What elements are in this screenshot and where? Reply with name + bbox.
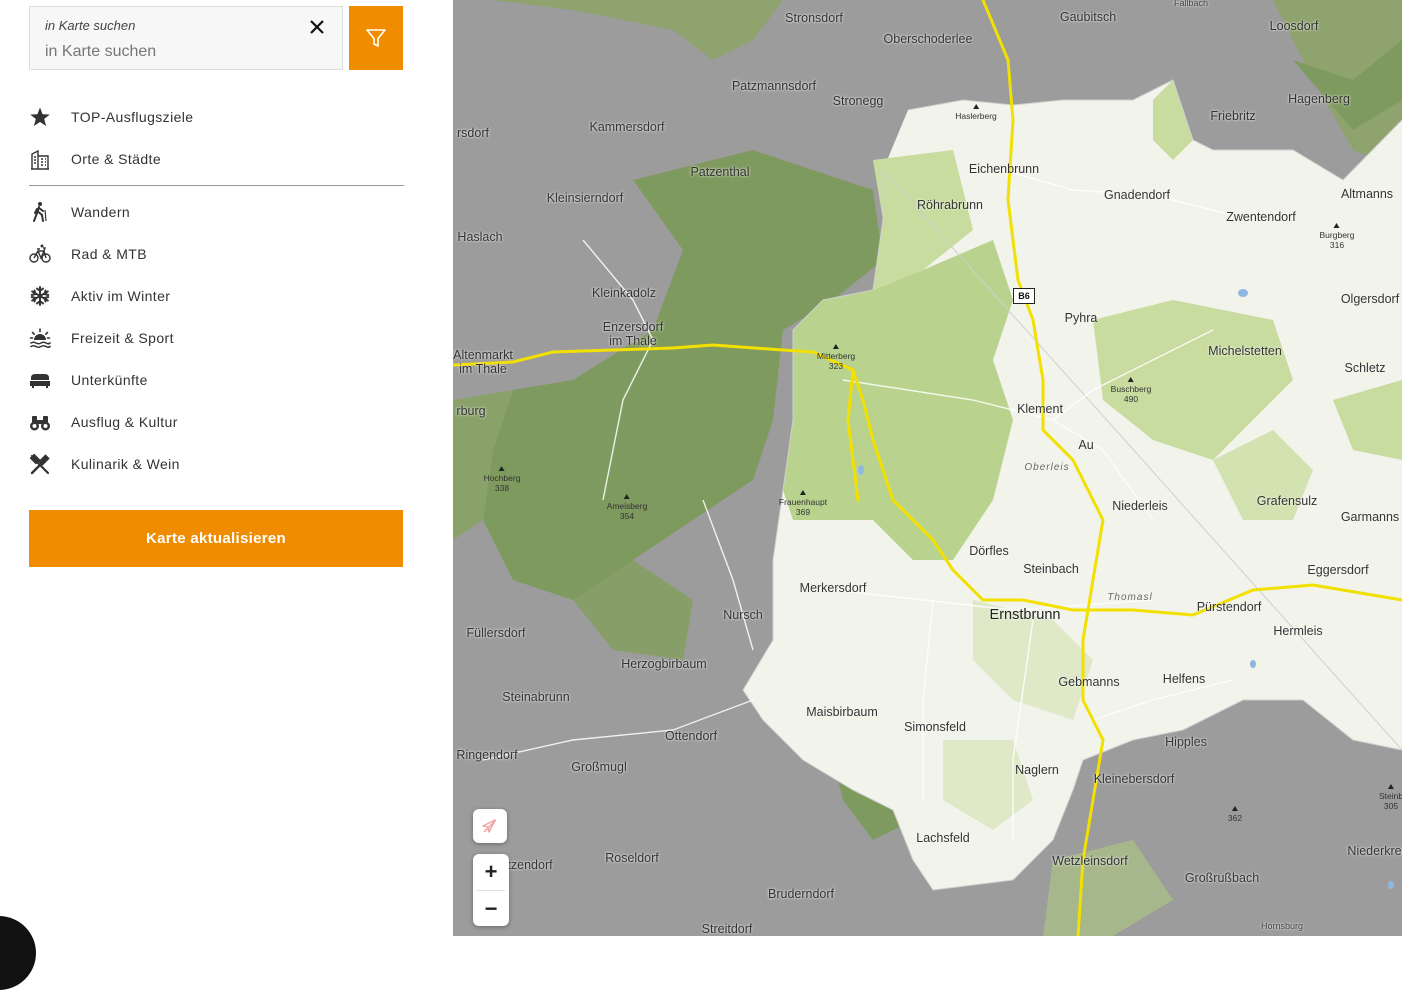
locate-button[interactable] bbox=[473, 809, 507, 843]
zoom-in-button[interactable]: + bbox=[473, 854, 509, 890]
menu-item-label: TOP-Ausflugsziele bbox=[71, 109, 194, 125]
menu-item-freizeit-sport[interactable]: Freizeit & Sport bbox=[29, 317, 404, 359]
search-input[interactable] bbox=[45, 41, 295, 63]
binoculars-icon bbox=[29, 410, 61, 434]
menu-item-aktiv-im-winter[interactable]: Aktiv im Winter bbox=[29, 275, 404, 317]
menu-item-label: Wandern bbox=[71, 204, 131, 220]
menu-item-label: Orte & Städte bbox=[71, 151, 162, 167]
menu-item-unterkuenfte[interactable]: Unterkünfte bbox=[29, 359, 404, 401]
location-off-icon bbox=[482, 819, 497, 833]
map[interactable]: Stronsdorf Gaubitsch Loosdorf Oberschode… bbox=[453, 0, 1402, 936]
bed-icon bbox=[29, 368, 61, 392]
menu-item-label: Rad & MTB bbox=[71, 246, 147, 262]
snowflake-icon bbox=[29, 284, 61, 308]
menu-item-label: Kulinarik & Wein bbox=[71, 456, 180, 472]
menu-item-rad-mtb[interactable]: Rad & MTB bbox=[29, 233, 404, 275]
sidebar: in Karte suchen TOP-Ausflugsziele Orte &… bbox=[0, 0, 453, 990]
close-icon bbox=[310, 20, 324, 34]
update-map-button[interactable]: Karte aktualisieren bbox=[29, 510, 403, 567]
sun-water-icon bbox=[29, 326, 61, 350]
menu-top: TOP-Ausflugsziele Orte & Städte bbox=[29, 96, 404, 180]
menu-item-label: Ausflug & Kultur bbox=[71, 414, 178, 430]
search-box[interactable]: in Karte suchen bbox=[29, 6, 343, 70]
zoom-control: + − bbox=[473, 854, 509, 926]
map-base bbox=[453, 0, 1402, 936]
star-icon bbox=[29, 105, 61, 129]
hiker-icon bbox=[29, 200, 61, 224]
search-label: in Karte suchen bbox=[45, 18, 136, 33]
menu-item-kulinarik-wein[interactable]: Kulinarik & Wein bbox=[29, 443, 404, 485]
menu-item-label: Freizeit & Sport bbox=[71, 330, 174, 346]
chat-bubble-button[interactable] bbox=[0, 916, 36, 990]
menu-item-label: Aktiv im Winter bbox=[71, 288, 171, 304]
menu-divider bbox=[29, 185, 404, 186]
bicycle-icon bbox=[29, 242, 61, 266]
zoom-out-button[interactable]: − bbox=[473, 891, 509, 927]
clear-search-button[interactable] bbox=[307, 17, 327, 37]
building-icon bbox=[29, 147, 61, 171]
menu-item-top-ausflugsziele[interactable]: TOP-Ausflugsziele bbox=[29, 96, 404, 138]
cutlery-icon bbox=[29, 452, 61, 476]
menu-item-wandern[interactable]: Wandern bbox=[29, 191, 404, 233]
menu-item-orte-staedte[interactable]: Orte & Städte bbox=[29, 138, 404, 180]
menu-item-ausflug-kultur[interactable]: Ausflug & Kultur bbox=[29, 401, 404, 443]
filter-button[interactable] bbox=[349, 6, 403, 70]
menu-item-label: Unterkünfte bbox=[71, 372, 148, 388]
filter-icon bbox=[366, 29, 386, 47]
menu-categories: Wandern Rad & MTB Aktiv im Winter Freize… bbox=[29, 191, 404, 485]
